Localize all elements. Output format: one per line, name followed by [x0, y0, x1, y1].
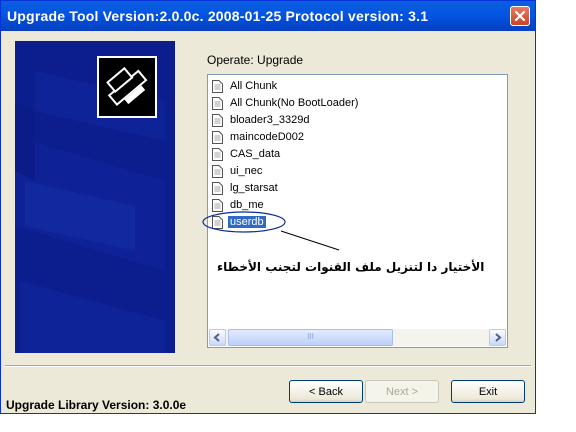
footer-separator [5, 365, 531, 367]
list-item[interactable]: ui_nec [212, 163, 264, 179]
document-icon [212, 164, 223, 178]
scroll-grip: III [307, 332, 314, 341]
list-item-label: All Chunk(No BootLoader) [230, 97, 359, 109]
list-item[interactable]: maincodeD002 [212, 129, 306, 145]
list-item[interactable]: bloader3_3329d [212, 112, 312, 128]
scroll-right-button[interactable] [489, 329, 506, 346]
list-item[interactable]: CAS_data [212, 146, 282, 162]
annotation-callout [202, 211, 340, 251]
list-item-label: CAS_data [230, 148, 281, 160]
operate-label: Operate: Upgrade [207, 53, 304, 67]
close-x-icon [514, 10, 526, 22]
arrow-right-icon [495, 333, 502, 342]
document-icon [212, 130, 223, 144]
list-item-label: bloader3_3329d [230, 114, 310, 126]
upgrade-tool-window: Upgrade Tool Version:2.0.0c. 2008-01-25 … [0, 0, 536, 414]
list-item-label: lg_starsat [230, 182, 278, 194]
title-bar[interactable]: Upgrade Tool Version:2.0.0c. 2008-01-25 … [1, 1, 535, 31]
close-button[interactable] [510, 6, 530, 26]
annotation-text: الأختيار دا لتنزيل ملف القنوات لتجنب الأ… [217, 260, 485, 274]
window-title: Upgrade Tool Version:2.0.0c. 2008-01-25 … [7, 8, 429, 24]
printer-icon [97, 56, 157, 118]
document-icon [212, 147, 223, 161]
back-button[interactable]: < Back [289, 380, 363, 403]
scroll-left-button[interactable] [209, 329, 226, 346]
document-icon [212, 113, 223, 127]
list-item-label: maincodeD002 [230, 131, 304, 143]
list-item[interactable]: All Chunk [212, 78, 279, 94]
list-item[interactable]: lg_starsat [212, 180, 280, 196]
wizard-banner [15, 41, 175, 353]
arrow-left-icon [213, 333, 220, 342]
list-item-label: ui_nec [230, 165, 263, 177]
exit-button[interactable]: Exit [451, 380, 525, 403]
banner-graphic [15, 56, 165, 353]
library-version-label: Upgrade Library Version: 3.0.0e [6, 398, 187, 412]
list-item[interactable]: All Chunk(No BootLoader) [212, 95, 360, 111]
horizontal-scrollbar[interactable]: III [209, 329, 506, 346]
document-icon [212, 181, 223, 195]
scroll-thumb[interactable]: III [228, 329, 393, 346]
document-icon [212, 79, 223, 93]
document-icon [212, 96, 223, 110]
list-item-label: All Chunk [230, 80, 278, 92]
next-button[interactable]: Next > [365, 380, 439, 403]
